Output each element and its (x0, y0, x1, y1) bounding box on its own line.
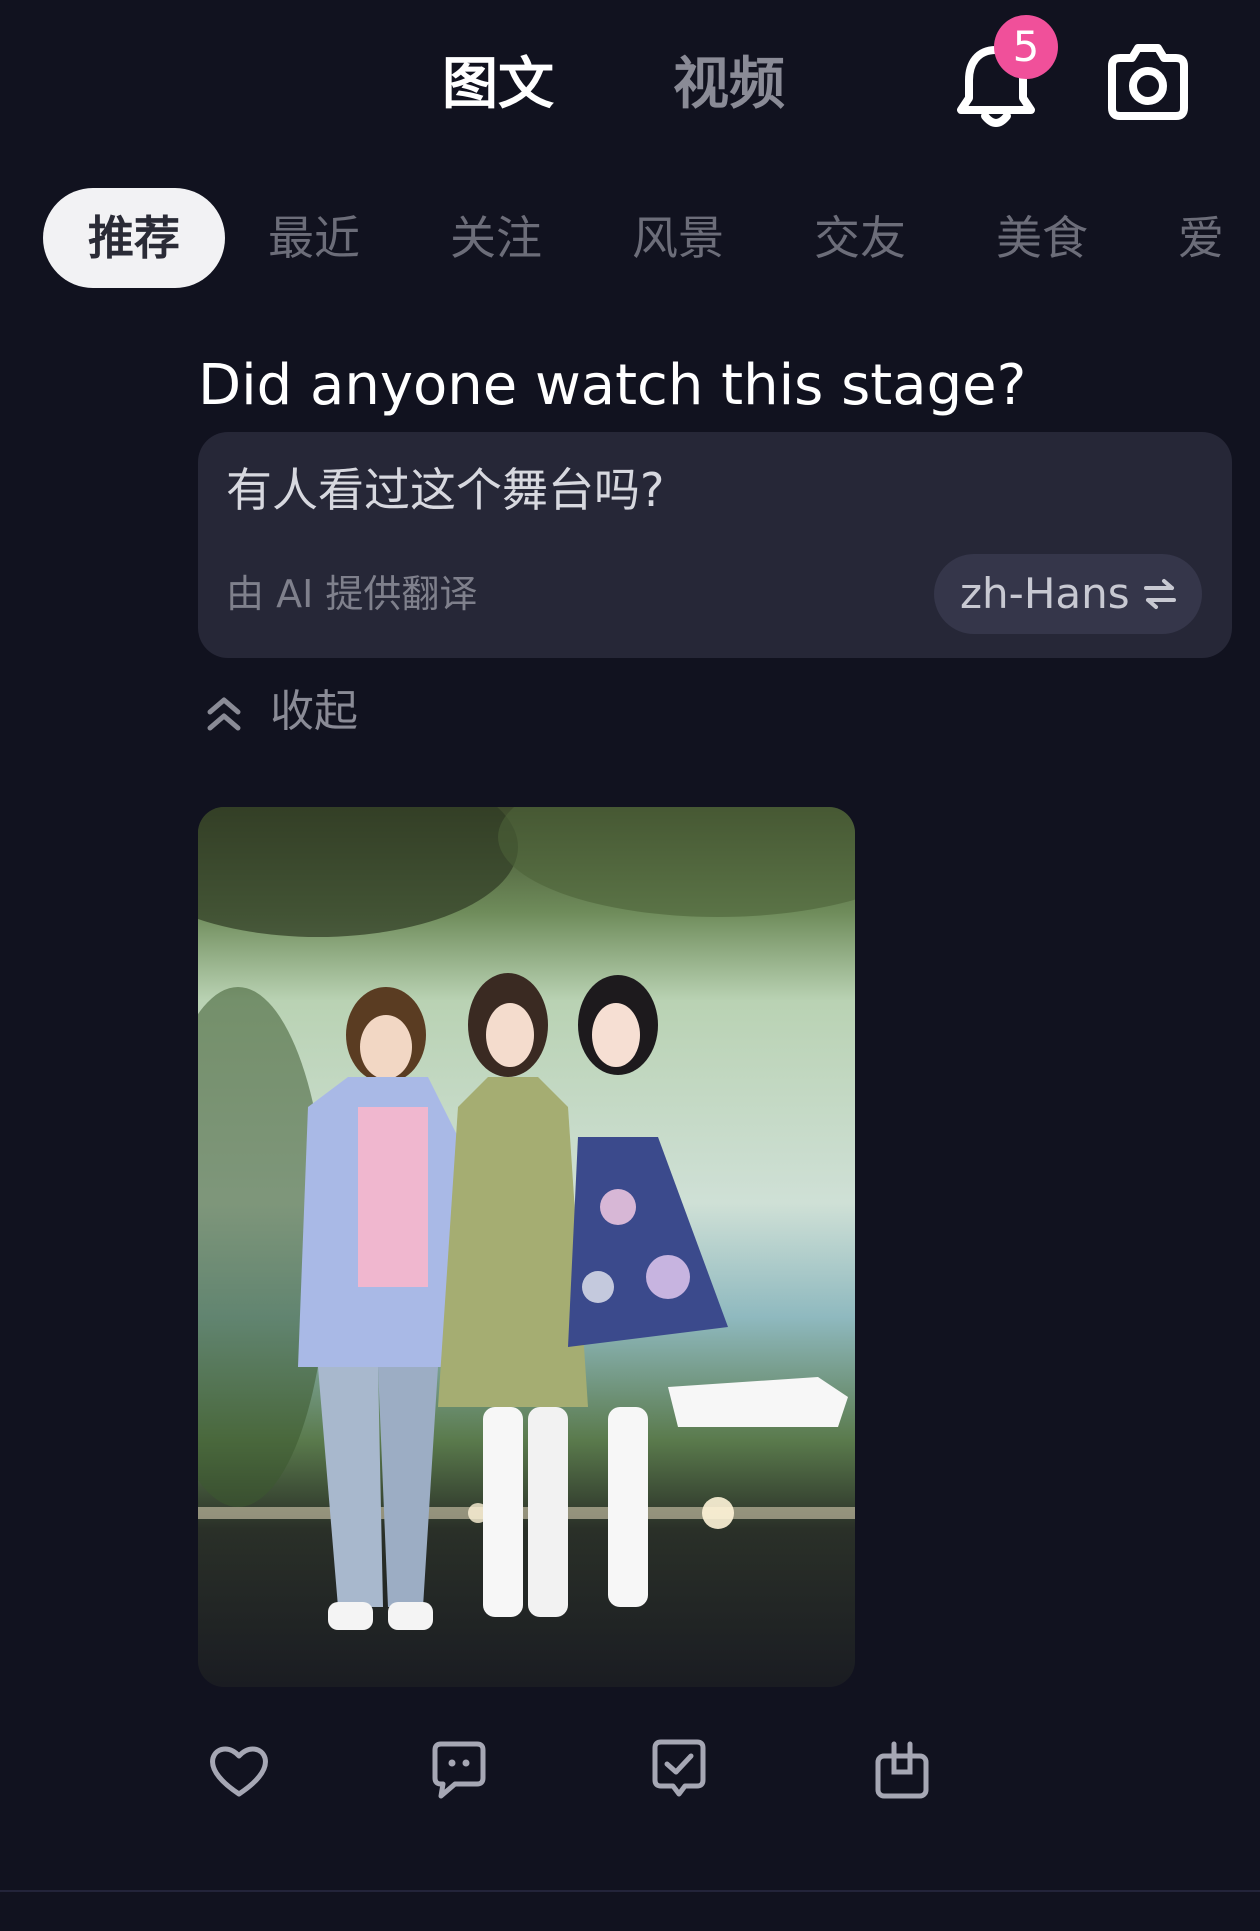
category-recent[interactable]: 最近 (268, 188, 360, 288)
tab-video[interactable]: 视频 (673, 50, 785, 120)
language-switch-button[interactable]: zh-Hans (934, 554, 1202, 634)
category-love[interactable]: 爱 (1178, 188, 1224, 288)
top-bar: 图文 视频 5 (0, 0, 1260, 170)
tab-image-text[interactable]: 图文 (442, 50, 554, 120)
swap-arrows-icon (1144, 579, 1176, 609)
collapse-label: 收起 (270, 686, 358, 737)
post-title: Did anyone watch this stage? (198, 353, 1027, 418)
translation-box: 有人看过这个舞台吗? 由 AI 提供翻译 zh-Hans (198, 432, 1232, 658)
category-scenery[interactable]: 风景 (632, 188, 724, 288)
notification-badge: 5 (994, 15, 1058, 79)
category-food[interactable]: 美食 (996, 188, 1088, 288)
category-recommended[interactable]: 推荐 (43, 188, 225, 288)
category-following[interactable]: 关注 (450, 188, 542, 288)
camera-icon[interactable] (1104, 42, 1192, 122)
divider (0, 1890, 1260, 1892)
checked-message-icon[interactable] (645, 1736, 713, 1804)
language-label: zh-Hans (960, 569, 1130, 618)
comment-icon[interactable] (425, 1736, 493, 1804)
stage-photo (198, 807, 855, 1687)
translation-note: 由 AI 提供翻译 (226, 572, 478, 616)
category-friends[interactable]: 交友 (814, 188, 906, 288)
post-actions (0, 1736, 1260, 1816)
heart-icon[interactable] (205, 1736, 273, 1804)
gift-icon[interactable] (868, 1736, 936, 1804)
translation-text: 有人看过这个舞台吗? (226, 463, 665, 517)
category-tabs: 推荐 最近 关注 风景 交友 美食 爱 (0, 188, 1260, 288)
chevron-double-up-icon (207, 697, 241, 731)
post-image[interactable] (198, 807, 855, 1687)
